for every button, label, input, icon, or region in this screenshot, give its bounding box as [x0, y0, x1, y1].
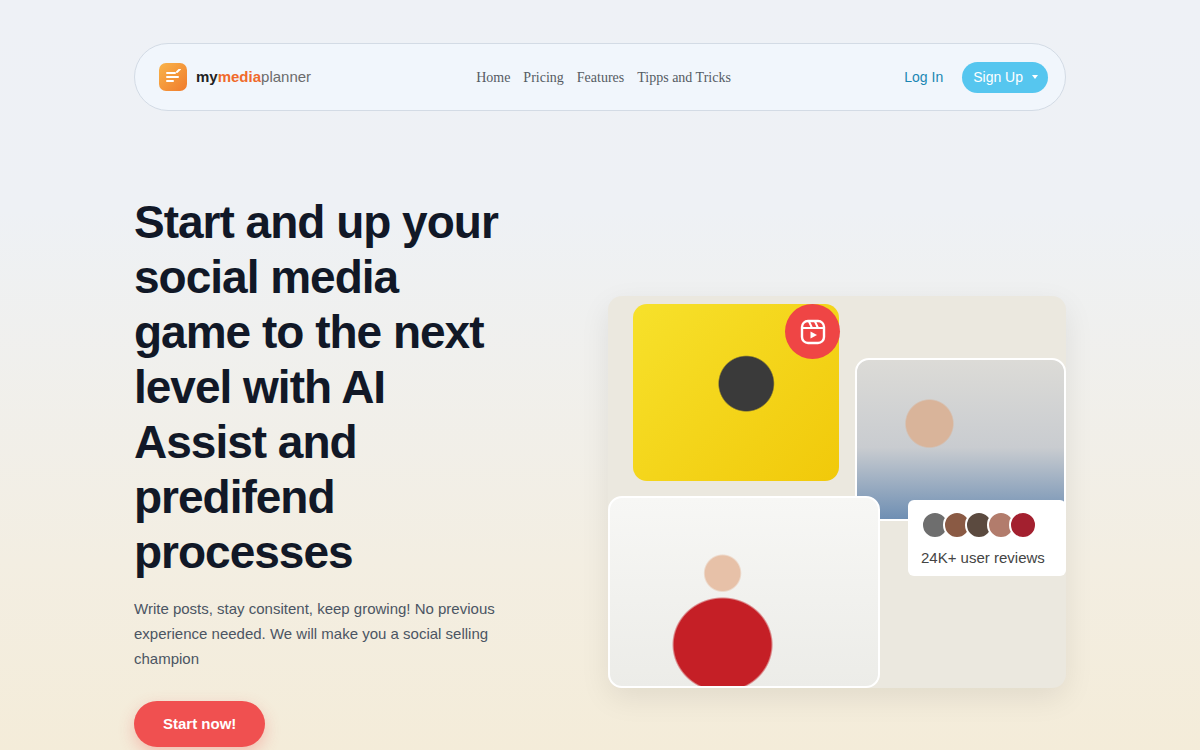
- logo-icon[interactable]: [159, 63, 187, 91]
- reviews-card: 24K+ user reviews: [908, 500, 1066, 576]
- hero-title: Start and up your social media game to t…: [134, 195, 512, 580]
- reels-icon: [785, 304, 840, 359]
- hero-text: Start and up your social media game to t…: [134, 195, 534, 747]
- start-button[interactable]: Start now!: [134, 701, 265, 747]
- nav-link[interactable]: Home: [476, 67, 510, 88]
- signup-label[interactable]: Sign Up: [973, 67, 1023, 88]
- login-link[interactable]: Log In: [904, 67, 943, 88]
- avatar-group: [921, 511, 1058, 539]
- caret-icon[interactable]: [1032, 75, 1038, 79]
- nav-links: Home Pricing Features Tipps and Tricks: [476, 67, 731, 88]
- nav-link[interactable]: Tipps and Tricks: [637, 67, 731, 88]
- photo: [855, 358, 1066, 521]
- brand[interactable]: mymediaplanner: [159, 63, 476, 91]
- brand-part[interactable]: media: [218, 68, 261, 85]
- brand-name[interactable]: mymediaplanner: [196, 66, 311, 89]
- photo-gallery: 24K+ user reviews: [608, 296, 1066, 688]
- photo: [608, 496, 880, 688]
- top-navbar: mymediaplanner Home Pricing Features Tipps …: [134, 43, 1066, 111]
- brand-part[interactable]: planner: [261, 68, 311, 85]
- hero-subtitle: Write posts, stay consitent, keep growin…: [134, 596, 518, 671]
- brand-part[interactable]: my: [196, 68, 218, 85]
- photo: [633, 304, 839, 481]
- nav-link[interactable]: Pricing: [523, 67, 563, 88]
- reviews-count: 24K+ user reviews: [921, 547, 1058, 570]
- nav-link[interactable]: Features: [577, 67, 624, 88]
- signup-button[interactable]: Sign Up: [962, 62, 1048, 93]
- avatar: [1009, 511, 1037, 539]
